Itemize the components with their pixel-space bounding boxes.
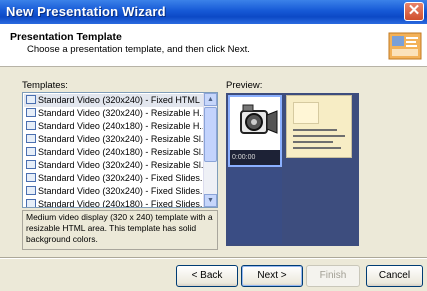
close-icon: ✕ xyxy=(407,2,421,19)
timecode: 0:00:00 xyxy=(230,150,280,165)
slide-line xyxy=(293,141,333,143)
chevron-down-icon: ▼ xyxy=(207,197,214,204)
page-subtitle: Choose a presentation template, and then… xyxy=(27,44,250,55)
next-button[interactable]: Next > xyxy=(241,265,303,287)
chevron-up-icon: ▲ xyxy=(207,96,214,103)
slide-image xyxy=(293,102,319,124)
list-item[interactable]: Standard Video (240x180) - Fixed Slides.… xyxy=(24,198,206,207)
wizard-header: Presentation Template Choose a presentat… xyxy=(0,24,427,67)
preview-label: Preview: xyxy=(226,80,263,91)
title-bar: New Presentation Wizard ✕ xyxy=(0,0,427,24)
video-camera-icon xyxy=(240,104,278,134)
template-description: Medium video display (320 x 240) templat… xyxy=(22,210,218,250)
template-icon xyxy=(26,147,36,156)
list-item[interactable]: Standard Video (320x240) - Fixed Slides.… xyxy=(24,185,206,198)
window-title: New Presentation Wizard xyxy=(6,4,166,19)
template-icon xyxy=(26,108,36,117)
template-icon xyxy=(26,199,36,207)
template-icon xyxy=(26,121,36,130)
page-title: Presentation Template xyxy=(10,31,122,43)
divider xyxy=(0,257,427,259)
template-icon xyxy=(26,95,36,104)
templates-list[interactable]: Standard Video (320x240) - Fixed HTML St… xyxy=(22,92,218,208)
list-item[interactable]: Standard Video (320x240) - Resizable Sl.… xyxy=(24,159,206,172)
list-item[interactable]: Standard Video (320x240) - Resizable Sl.… xyxy=(24,133,206,146)
list-scrollbar[interactable]: ▲ ▼ xyxy=(203,93,217,207)
list-item[interactable]: Standard Video (240x180) - Resizable Sl.… xyxy=(24,146,206,159)
list-item[interactable]: Standard Video (320x240) - Fixed HTML xyxy=(24,94,206,107)
list-item[interactable]: Standard Video (320x240) - Fixed Slides.… xyxy=(24,172,206,185)
slide-line xyxy=(293,147,341,149)
presentation-icon xyxy=(388,32,422,60)
video-area: 0:00:00 xyxy=(228,95,282,167)
scroll-down-button[interactable]: ▼ xyxy=(204,194,217,207)
notes-area xyxy=(228,170,282,244)
template-preview: 0:00:00 xyxy=(226,93,359,246)
templates-label: Templates: xyxy=(22,80,68,91)
slide-area xyxy=(286,95,352,158)
template-icon xyxy=(26,186,36,195)
template-icon xyxy=(26,160,36,169)
slide-line xyxy=(293,129,337,131)
finish-button[interactable]: Finish xyxy=(306,265,360,287)
scroll-thumb[interactable] xyxy=(204,107,217,162)
template-icon xyxy=(26,134,36,143)
list-item[interactable]: Standard Video (320x240) - Resizable H..… xyxy=(24,107,206,120)
close-button[interactable]: ✕ xyxy=(404,2,424,21)
template-icon xyxy=(26,173,36,182)
cancel-button[interactable]: Cancel xyxy=(366,265,423,287)
wizard-window: New Presentation Wizard ✕ Presentation T… xyxy=(0,0,427,291)
slide-line xyxy=(293,135,345,137)
scroll-up-button[interactable]: ▲ xyxy=(204,93,217,106)
back-button[interactable]: < Back xyxy=(176,265,238,287)
list-item[interactable]: Standard Video (240x180) - Resizable H..… xyxy=(24,120,206,133)
